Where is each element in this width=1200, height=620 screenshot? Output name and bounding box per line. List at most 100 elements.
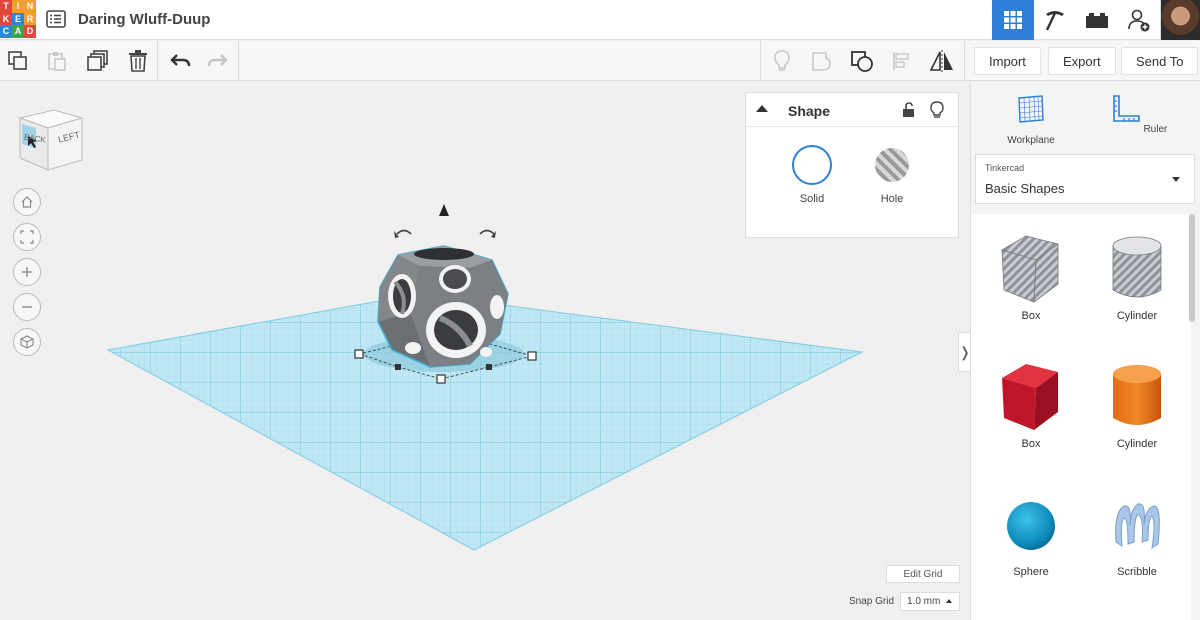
workplane-label: Workplane — [1007, 135, 1055, 146]
group-button[interactable] — [808, 47, 836, 75]
shapes-scrollbar[interactable] — [1189, 214, 1195, 322]
logo-letter: D — [24, 25, 36, 38]
solid-swatch[interactable] — [792, 145, 832, 185]
grid-view-icon — [1004, 11, 1022, 29]
invite-user-button[interactable] — [1118, 0, 1160, 40]
snap-grid-value: 1.0 mm — [907, 596, 941, 607]
import-button[interactable]: Import — [974, 47, 1041, 75]
shape-label: Cylinder — [1116, 310, 1158, 322]
logo-letter: R — [24, 12, 36, 26]
perspective-button[interactable] — [13, 328, 41, 356]
expand-panel-tab[interactable]: ❭ — [958, 332, 970, 372]
cylinder-hole-icon — [1112, 236, 1162, 298]
ruler-icon — [1112, 95, 1140, 122]
edit-toolbar: Import Export Send To — [0, 41, 1200, 81]
design-list-icon[interactable] — [46, 10, 66, 28]
rotate-handle-right — [479, 229, 495, 235]
shape-sphere[interactable]: Sphere — [981, 492, 1081, 578]
logo-letter: N — [24, 0, 36, 13]
paste-icon — [48, 52, 66, 71]
shape-box-hole[interactable]: Box — [981, 232, 1081, 322]
group-icon — [812, 52, 831, 71]
tinkercad-logo[interactable]: TINKERCAD — [0, 0, 36, 38]
export-button[interactable]: Export — [1048, 47, 1116, 75]
notes-button[interactable] — [768, 47, 796, 75]
selected-3d-object[interactable] — [377, 245, 509, 368]
shape-library-grid: Box Cylinder Box Cylinder Sphere Scribbl… — [971, 214, 1191, 620]
solid-label: Solid — [799, 193, 825, 205]
workplane-canvas[interactable]: BACK LEFT Shape Solid Hole ❭ Edit Grid S… — [0, 82, 970, 620]
home-icon — [21, 196, 33, 208]
caret-up-icon — [946, 599, 952, 603]
hole-option[interactable]: Hole — [857, 145, 927, 205]
scribble-icon — [1115, 503, 1160, 550]
solid-option[interactable]: Solid — [777, 145, 847, 205]
shape-inspector-panel: Shape Solid Hole — [745, 92, 959, 238]
shape-label: Box — [1021, 310, 1041, 322]
lift-handle — [439, 204, 449, 216]
minecraft-view-button[interactable] — [1034, 0, 1076, 40]
logo-letter: C — [0, 25, 12, 38]
mirror-button[interactable] — [928, 47, 956, 75]
ungroup-button[interactable] — [848, 47, 876, 75]
shape-label: Scribble — [1117, 566, 1157, 578]
library-name: Basic Shapes — [985, 181, 1065, 196]
logo-letter: T — [0, 0, 12, 13]
fit-view-icon — [20, 230, 34, 244]
pickaxe-icon — [1045, 11, 1064, 31]
align-button[interactable] — [888, 47, 916, 75]
ungroup-icon — [851, 51, 873, 72]
shape-label: Cylinder — [1116, 438, 1158, 450]
ruler-tool[interactable]: Ruler — [1099, 90, 1179, 135]
shape-cylinder-hole[interactable]: Cylinder — [1087, 232, 1187, 322]
view-cube[interactable]: BACK LEFT — [14, 106, 86, 176]
undo-icon — [170, 54, 191, 67]
plus-icon — [22, 267, 32, 277]
shape-box-red[interactable]: Box — [981, 360, 1081, 450]
ruler-label: Ruler — [1143, 124, 1168, 135]
send-to-button[interactable]: Send To — [1121, 47, 1199, 75]
user-avatar[interactable] — [1160, 0, 1200, 40]
zoom-out-button[interactable] — [13, 293, 41, 321]
undo-button[interactable] — [166, 47, 194, 75]
shape-panel-title: Shape — [788, 103, 831, 119]
zoom-in-button[interactable] — [13, 258, 41, 286]
red-box-icon — [1002, 364, 1058, 430]
home-view-button[interactable] — [13, 188, 41, 216]
copy-button[interactable] — [4, 47, 32, 75]
align-icon — [893, 52, 909, 70]
shape-cylinder-orange[interactable]: Cylinder — [1087, 360, 1187, 450]
snap-grid-select[interactable]: 1.0 mm — [900, 592, 960, 611]
hole-label: Hole — [880, 193, 904, 205]
fit-view-button[interactable] — [13, 223, 41, 251]
edit-grid-button[interactable]: Edit Grid — [886, 565, 960, 583]
paste-button[interactable] — [43, 47, 71, 75]
workplane-tool[interactable]: Workplane — [991, 90, 1071, 146]
document-title[interactable]: Daring Wluff-Duup — [78, 11, 210, 28]
redo-button[interactable] — [204, 47, 232, 75]
bricks-view-button[interactable] — [1076, 0, 1118, 40]
redo-icon — [207, 54, 228, 67]
delete-button[interactable] — [124, 47, 152, 75]
snap-grid-label: Snap Grid — [849, 596, 895, 607]
unlock-icon[interactable] — [902, 102, 916, 118]
duplicate-button[interactable] — [84, 47, 112, 75]
3d-design-view-button[interactable] — [992, 0, 1034, 40]
shape-label: Sphere — [1013, 566, 1049, 578]
minus-icon — [22, 306, 32, 308]
trash-icon — [129, 50, 147, 72]
shape-library-dropdown[interactable]: Tinkercad Basic Shapes — [975, 154, 1195, 204]
collapse-arrow-icon[interactable] — [756, 105, 768, 112]
logo-letter: I — [12, 0, 24, 13]
sphere-icon — [1007, 502, 1055, 550]
shape-label: Box — [1021, 438, 1041, 450]
rotate-handle-left — [396, 229, 412, 235]
lightbulb-icon[interactable] — [930, 101, 944, 119]
bricks-icon — [1086, 13, 1108, 28]
perspective-icon — [20, 335, 34, 349]
logo-letter: E — [12, 12, 24, 26]
shape-scribble[interactable]: Scribble — [1087, 492, 1187, 578]
library-group-label: Tinkercad — [985, 163, 1025, 173]
logo-letter: K — [0, 12, 12, 26]
hole-swatch[interactable] — [875, 148, 909, 182]
